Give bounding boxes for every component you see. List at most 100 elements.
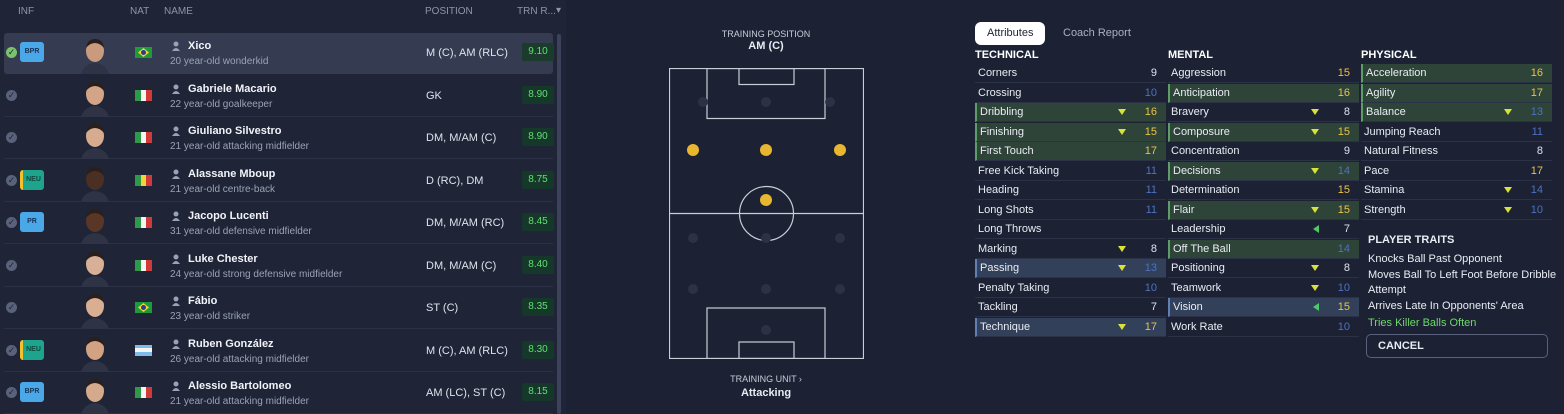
attribute-row[interactable]: Work Rate 10 <box>1168 318 1359 337</box>
attribute-row[interactable]: Corners 9 <box>975 64 1166 83</box>
attribute-row[interactable]: Flair 15 <box>1168 200 1359 220</box>
attribute-row[interactable]: Dribbling 16 <box>975 103 1166 122</box>
tab-attributes[interactable]: Attributes <box>975 22 1046 45</box>
select-check-icon[interactable]: ✓ <box>6 174 17 186</box>
flag-icon <box>135 132 153 143</box>
person-icon <box>172 296 180 306</box>
attribute-row[interactable]: Tackling 7 <box>975 298 1166 317</box>
player-row[interactable]: ✓ NEU Ruben González 26 year-old attacking … <box>4 331 554 372</box>
select-check-icon[interactable]: ✓ <box>6 387 17 398</box>
attribute-row[interactable]: Free Kick Taking 11 <box>975 162 1166 181</box>
training-position-value[interactable]: AM (C) <box>566 40 966 52</box>
attribute-row[interactable]: Teamwork 10 <box>1168 279 1359 298</box>
attribute-value: 13 <box>1144 262 1157 274</box>
attribute-row[interactable]: Bravery 8 <box>1168 103 1359 122</box>
player-row[interactable]: ✓ Giuliano Silvestro 21 year-old attacking… <box>4 118 554 159</box>
select-check-icon[interactable]: ✓ <box>6 302 17 313</box>
attribute-row[interactable]: Anticipation 16 <box>1168 83 1359 103</box>
inf-badge: PR <box>20 212 44 232</box>
col-position[interactable]: POSITION <box>425 6 473 17</box>
training-unit-label[interactable]: TRAINING UNIT › <box>566 374 966 384</box>
player-name[interactable]: Alassane Mboup <box>188 168 275 180</box>
select-check-icon[interactable]: ✓ <box>6 259 17 271</box>
trend-down-icon <box>1311 206 1319 213</box>
attribute-row[interactable]: Penalty Taking 10 <box>975 279 1166 298</box>
player-name[interactable]: Luke Chester <box>188 253 258 265</box>
player-row[interactable]: ✓ Gabriele Macario 22 year-old goalkeeper G… <box>4 76 554 117</box>
attribute-row[interactable]: Composure 15 <box>1168 122 1359 142</box>
attribute-row[interactable]: Long Shots 11 <box>975 201 1166 220</box>
attribute-name: Penalty Taking <box>978 281 1050 294</box>
attribute-row[interactable]: Decisions 14 <box>1168 161 1359 181</box>
player-position: GK <box>426 89 442 102</box>
player-name[interactable]: Ruben González <box>188 338 274 350</box>
player-description: 24 year-old strong defensive midfielder <box>170 268 343 280</box>
player-name[interactable]: Xico <box>188 40 211 52</box>
player-name[interactable]: Jacopo Lucenti <box>188 210 269 222</box>
player-name[interactable]: Alessio Bartolomeo <box>188 380 291 392</box>
player-face-icon <box>81 124 109 159</box>
trend-down-icon <box>1311 109 1319 115</box>
attribute-row[interactable]: Pace 17 <box>1361 162 1552 181</box>
player-face-icon <box>81 39 109 74</box>
pitch-position-spot <box>688 233 698 243</box>
attribute-row[interactable]: Balance 13 <box>1361 103 1552 122</box>
select-check-icon[interactable]: ✓ <box>6 89 17 101</box>
player-name[interactable]: Gabriele Macario <box>188 83 277 95</box>
player-row[interactable]: ✓ BPR Alessio Bartolomeo 21 year-old attack… <box>4 373 554 414</box>
attribute-row[interactable]: Determination 15 <box>1168 181 1359 200</box>
attribute-row[interactable]: Jumping Reach 11 <box>1361 123 1552 142</box>
attribute-row[interactable]: Agility 17 <box>1361 83 1552 103</box>
player-trait: Tries Killer Balls Often <box>1368 317 1477 329</box>
cancel-button[interactable]: CANCEL <box>1366 334 1548 358</box>
tab-coach-report[interactable]: Coach Report <box>1051 22 1143 45</box>
player-name[interactable]: Giuliano Silvestro <box>188 125 282 137</box>
col-inf[interactable]: INF <box>18 6 34 17</box>
attribute-row[interactable]: Passing 13 <box>975 259 1166 278</box>
attribute-row[interactable]: Aggression 15 <box>1168 64 1359 83</box>
select-check-icon[interactable]: ✓ <box>6 344 17 356</box>
col-name[interactable]: NAME <box>164 6 193 17</box>
training-position-label: TRAINING POSITION <box>721 29 811 39</box>
attribute-value: 9 <box>1343 145 1350 157</box>
attribute-row[interactable]: Technique 17 <box>975 317 1166 337</box>
col-nat[interactable]: NAT <box>130 6 149 17</box>
training-rating: 8.35 <box>522 298 554 316</box>
sort-desc-icon[interactable]: ▾ <box>556 5 561 16</box>
attribute-row[interactable]: Marking 8 <box>975 240 1166 259</box>
attribute-row[interactable]: Long Throws <box>975 220 1166 239</box>
pitch-diagram <box>669 68 864 359</box>
attribute-row[interactable]: Natural Fitness 8 <box>1361 142 1552 161</box>
player-row[interactable]: ✓ PR Jacopo Lucenti 31 year-old defensive m… <box>4 203 554 244</box>
player-name[interactable]: Fábio <box>188 295 217 307</box>
attribute-name: Long Throws <box>978 223 1042 235</box>
attribute-row[interactable]: Positioning 8 <box>1168 259 1359 278</box>
select-check-icon[interactable]: ✓ <box>6 47 17 58</box>
player-position: DM, M/AM (C) <box>426 132 497 144</box>
pitch-position-spot <box>761 97 771 107</box>
player-face-icon <box>81 336 109 372</box>
attribute-row[interactable]: First Touch 17 <box>975 142 1166 161</box>
player-row[interactable]: ✓ Luke Chester 24 year-old strong defensiv… <box>4 246 554 287</box>
attribute-row[interactable]: Off The Ball 14 <box>1168 239 1359 259</box>
attribute-row[interactable]: Leadership 7 <box>1168 220 1359 239</box>
attribute-row[interactable]: Finishing 15 <box>975 122 1166 142</box>
select-check-icon[interactable]: ✓ <box>6 132 17 143</box>
col-training-rating[interactable]: TRN R... <box>517 6 556 17</box>
player-row[interactable]: ✓ NEU Alassane Mboup 21 year-old centre-bac… <box>4 161 554 202</box>
attribute-row[interactable]: Vision 15 <box>1168 298 1359 317</box>
attribute-value: 8 <box>1536 145 1543 157</box>
attribute-row[interactable]: Stamina 14 <box>1361 181 1552 200</box>
inf-badge: NEU <box>20 169 44 190</box>
attribute-value: 14 <box>1337 242 1350 255</box>
attribute-row[interactable]: Heading 11 <box>975 181 1166 200</box>
attribute-row[interactable]: Concentration 9 <box>1168 142 1359 161</box>
select-check-icon[interactable]: ✓ <box>6 217 17 228</box>
inf-badge: BPR <box>20 382 44 402</box>
scrollbar[interactable] <box>557 34 561 414</box>
attribute-row[interactable]: Strength 10 <box>1361 201 1552 220</box>
attribute-row[interactable]: Crossing 10 <box>975 84 1166 103</box>
attribute-row[interactable]: Acceleration 16 <box>1361 64 1552 83</box>
player-row[interactable]: ✓ Fábio 23 year-old striker ST (C) 8.35 <box>4 288 554 329</box>
player-row[interactable]: ✓ BPR Xico 20 year-old wonderkid M (C), AM (… <box>4 33 554 74</box>
